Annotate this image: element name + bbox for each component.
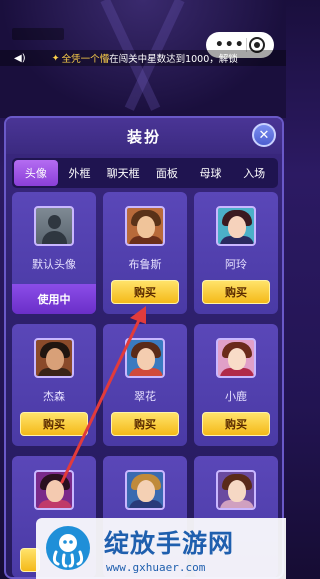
avatar-image bbox=[216, 206, 256, 246]
watermark-title: 绽放手游网 bbox=[104, 529, 235, 558]
tab-panel[interactable]: 面板 bbox=[145, 160, 189, 186]
avatar-image bbox=[216, 338, 256, 378]
avatar-image bbox=[125, 338, 165, 378]
dressup-panel: 装扮 ✕ 头像 外框 聊天框 面板 母球 入场 默认头像 使用中 布鲁斯 购买 … bbox=[4, 116, 284, 579]
marquee-username: 全凭一个懵 bbox=[61, 54, 110, 65]
panel-header: 装扮 ✕ bbox=[6, 118, 282, 154]
game-scene-background: ••• ◀) ✦ 全凭一个懵 在闯关中星数达到1000，解锁 bbox=[0, 0, 286, 118]
avatar-image bbox=[216, 470, 256, 510]
close-button[interactable]: ✕ bbox=[252, 123, 276, 147]
avatar-image bbox=[125, 206, 165, 246]
avatar-image bbox=[125, 470, 165, 510]
avatar-image bbox=[34, 470, 74, 510]
tab-cue-ball[interactable]: 母球 bbox=[189, 160, 233, 186]
octopus-logo-icon bbox=[46, 526, 90, 570]
tab-frame[interactable]: 外框 bbox=[58, 160, 102, 186]
buy-button[interactable]: 购买 bbox=[202, 280, 270, 304]
buy-button[interactable]: 购买 bbox=[202, 412, 270, 436]
avatar-name: 阿玲 bbox=[225, 258, 247, 271]
avatar-name: 布鲁斯 bbox=[128, 258, 162, 271]
avatar-card[interactable]: 阿玲 购买 bbox=[194, 192, 278, 314]
buy-button[interactable]: 购买 bbox=[111, 412, 179, 436]
avatar-card[interactable]: 杰森 购买 bbox=[12, 324, 96, 446]
speaker-icon: ◀) bbox=[14, 52, 26, 64]
avatar-card[interactable]: 翠花 购买 bbox=[103, 324, 187, 446]
panel-title: 装扮 bbox=[126, 127, 161, 146]
watermark-url: www.gxhuaer.com bbox=[106, 561, 206, 574]
avatar-card[interactable]: 默认头像 使用中 bbox=[12, 192, 96, 314]
avatar-name: 默认头像 bbox=[32, 258, 76, 271]
buy-button[interactable]: 购买 bbox=[111, 280, 179, 304]
avatar-name: 翠花 bbox=[134, 390, 156, 403]
buy-button[interactable]: 购买 bbox=[20, 412, 88, 436]
announcement-marquee: ◀) ✦ 全凭一个懵 在闯关中星数达到1000，解锁 bbox=[0, 50, 286, 66]
avatar-card[interactable]: 布鲁斯 购买 bbox=[103, 192, 187, 314]
avatar-name: 小鹿 bbox=[225, 390, 247, 403]
in-use-button[interactable]: 使用中 bbox=[12, 284, 96, 314]
scene-label-bar bbox=[12, 28, 64, 40]
avatar-card[interactable]: 小鹿 购买 bbox=[194, 324, 278, 446]
close-icon: ✕ bbox=[258, 127, 270, 143]
sparkle-icon: ✦ bbox=[51, 52, 60, 64]
tab-avatar[interactable]: 头像 bbox=[14, 160, 58, 186]
avatar-name: 杰森 bbox=[43, 390, 65, 403]
marquee-message: 在闯关中星数达到1000，解锁 bbox=[109, 54, 238, 65]
default-avatar-image bbox=[34, 206, 74, 246]
tab-entrance[interactable]: 入场 bbox=[232, 160, 276, 186]
avatar-image bbox=[34, 338, 74, 378]
category-tabs: 头像 外框 聊天框 面板 母球 入场 bbox=[12, 158, 278, 188]
tab-chat-bubble[interactable]: 聊天框 bbox=[101, 160, 145, 186]
site-watermark: 绽放手游网 www.gxhuaer.com bbox=[36, 518, 286, 579]
